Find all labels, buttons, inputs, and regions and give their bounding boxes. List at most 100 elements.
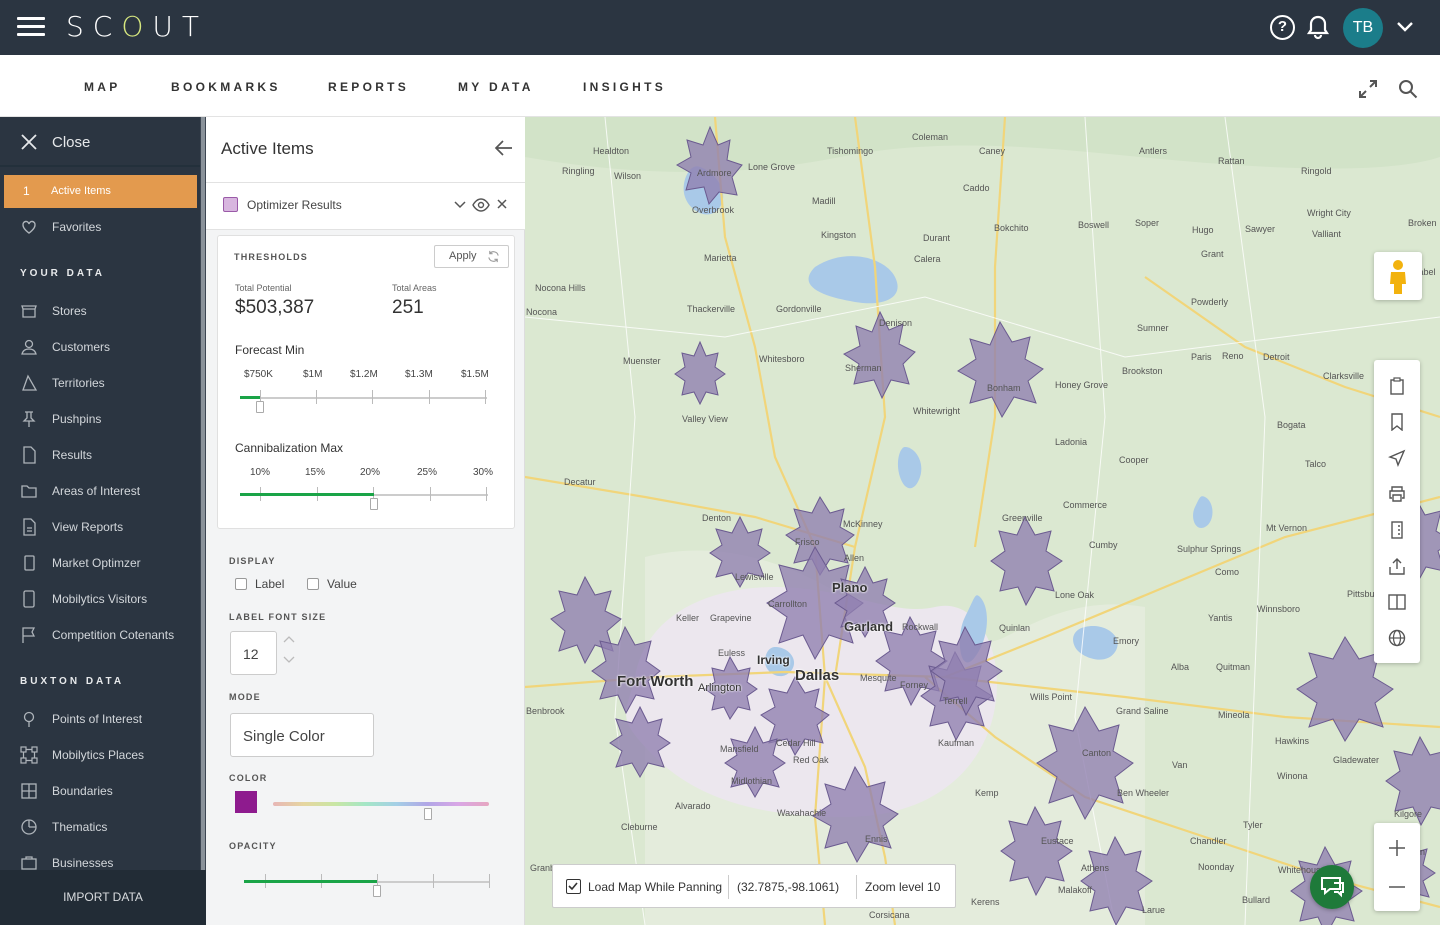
map-status-bar: Load Map While Panning (32.7875,-98.1061… (552, 864, 956, 908)
map-view[interactable]: Fort Worth Dallas Plano Garland Irving A… (525, 117, 1440, 925)
clipboard-icon[interactable] (1388, 377, 1406, 395)
chevron-down-icon[interactable] (1396, 18, 1414, 36)
remove-layer-icon[interactable] (496, 198, 508, 210)
checkmark-icon (568, 882, 578, 891)
user-avatar[interactable]: TB (1343, 8, 1383, 48)
opacity-slider-handle[interactable] (373, 885, 381, 897)
sidebar-item-boundaries[interactable]: Boundaries (0, 782, 200, 818)
street-view-button[interactable] (1374, 252, 1422, 300)
nav-my-data[interactable]: MY DATA (458, 80, 534, 94)
layer-row-optimizer-results[interactable]: Optimizer Results (206, 183, 525, 230)
sidebar-item-thematics[interactable]: Thematics (0, 818, 200, 854)
import-data-button[interactable]: IMPORT DATA (0, 870, 206, 925)
map-town-label: Kingston (821, 230, 857, 240)
nav-bookmarks[interactable]: BOOKMARKS (171, 80, 281, 94)
help-icon[interactable]: ? (1270, 15, 1295, 40)
print-icon[interactable] (1388, 485, 1406, 503)
map-canvas[interactable] (525, 117, 1440, 925)
share-icon[interactable] (1388, 557, 1406, 575)
sidebar-item-pushpins[interactable]: Pushpins (0, 410, 200, 446)
expand-icon[interactable] (1358, 79, 1378, 99)
label-checkbox[interactable] (235, 578, 247, 590)
layer-color-swatch (223, 197, 238, 212)
label-font-size-input[interactable]: 12 (230, 631, 277, 675)
thresholds-heading: THRESHOLDS (234, 252, 309, 262)
navigation-arrow-icon[interactable] (1388, 449, 1406, 467)
apply-button[interactable]: Apply (434, 245, 509, 268)
map-town-label: Caney (979, 146, 1006, 156)
nav-reports[interactable]: REPORTS (328, 80, 409, 94)
map-town-label: Bullard (1242, 895, 1271, 905)
sidebar-item-results[interactable]: Results (0, 446, 200, 482)
globe-icon[interactable] (1388, 629, 1406, 647)
sidebar-item-mobilytics-places[interactable]: Mobilytics Places (0, 746, 200, 782)
map-town-label: Bonham (987, 383, 1021, 393)
map-town-label: Nocona Hills (535, 283, 586, 293)
chevron-up-icon[interactable] (283, 635, 295, 645)
map-town-label: Marietta (704, 253, 737, 263)
map-town-label: Talco (1305, 459, 1327, 469)
sidebar-item-market-optimizer[interactable]: Market Optimzer (0, 554, 200, 590)
mode-select[interactable]: Single Color (230, 713, 374, 757)
search-icon[interactable] (1398, 79, 1418, 99)
cannibalization-tick-label: 10% (250, 467, 271, 478)
map-town-label: Athens (1081, 863, 1110, 873)
scout-logo[interactable]: SCOUT (66, 10, 208, 43)
chevron-down-icon[interactable] (453, 198, 467, 212)
slider-fill (244, 880, 377, 883)
arrow-left-icon[interactable] (494, 139, 514, 157)
sidebar-item-active-items[interactable]: 1 Active Items (4, 175, 197, 208)
map-town-label: Yantis (1208, 613, 1233, 623)
cannibalization-slider-handle[interactable] (370, 498, 378, 510)
sidebar-item-favorites[interactable]: Favorites (0, 218, 200, 254)
notifications-bell-icon[interactable] (1306, 14, 1330, 40)
load-map-while-panning-checkbox[interactable] (566, 879, 581, 894)
color-swatch[interactable] (235, 791, 257, 813)
nav-map[interactable]: MAP (84, 80, 121, 94)
active-items-panel: Active Items Optimizer Results THRESHOLD… (206, 117, 525, 925)
cannibalization-tick-label: 25% (417, 467, 438, 478)
map-town-label: Emory (1113, 636, 1140, 646)
document-icon (23, 446, 36, 464)
sidebar-item-customers[interactable]: Customers (0, 338, 200, 374)
chevron-down-icon[interactable] (283, 654, 295, 664)
forecast-tick-label: $750K (244, 369, 273, 380)
map-town-label: Forney (900, 680, 929, 690)
font-size-stepper[interactable] (283, 635, 295, 667)
color-slider-handle[interactable] (424, 808, 432, 820)
slider-tick (430, 487, 431, 501)
map-town-label: Detroit (1263, 352, 1290, 362)
zoom-in-icon[interactable] (1388, 839, 1406, 857)
sidebar-item-competition-cotenants[interactable]: Competition Cotenants (0, 626, 200, 662)
legend-icon[interactable] (1388, 521, 1406, 539)
sidebar-item-view-reports[interactable]: View Reports (0, 518, 200, 554)
close-icon (21, 134, 37, 150)
map-town-label: Caddo (963, 183, 990, 193)
chat-support-button[interactable] (1310, 865, 1354, 909)
map-town-label: Eustace (1041, 836, 1074, 846)
nav-insights[interactable]: INSIGHTS (583, 80, 666, 94)
map-town-label: Overbrook (692, 205, 735, 215)
hamburger-menu-icon[interactable] (17, 17, 45, 37)
sidebar-item-areas-of-interest[interactable]: Areas of Interest (0, 482, 200, 518)
sidebar-item-mobilytics-visitors[interactable]: Mobilytics Visitors (0, 590, 200, 626)
map-town-label: Valliant (1312, 229, 1341, 239)
map-town-label: Tyler (1243, 820, 1263, 830)
scrollbar-thumb[interactable] (201, 117, 205, 872)
slider-tick (485, 390, 486, 404)
map-town-label: Midlothian (731, 776, 773, 786)
map-town-label: Canton (1082, 748, 1112, 758)
sidebar-item-points-of-interest[interactable]: Points of Interest (0, 710, 200, 746)
eye-icon[interactable] (472, 197, 490, 213)
value-checkbox[interactable] (307, 578, 319, 590)
map-city-label: Arlington (698, 682, 742, 694)
sidebar-item-territories[interactable]: Territories (0, 374, 200, 410)
sidebar-item-stores[interactable]: Stores (0, 302, 200, 338)
zoom-level: Zoom level 10 (865, 880, 941, 894)
map-town-label: Denton (702, 513, 732, 523)
color-hue-slider[interactable] (273, 802, 489, 806)
split-view-icon[interactable] (1388, 593, 1406, 611)
bookmark-icon[interactable] (1388, 413, 1406, 431)
zoom-out-icon[interactable] (1388, 878, 1406, 896)
forecast-slider-handle[interactable] (256, 401, 264, 413)
